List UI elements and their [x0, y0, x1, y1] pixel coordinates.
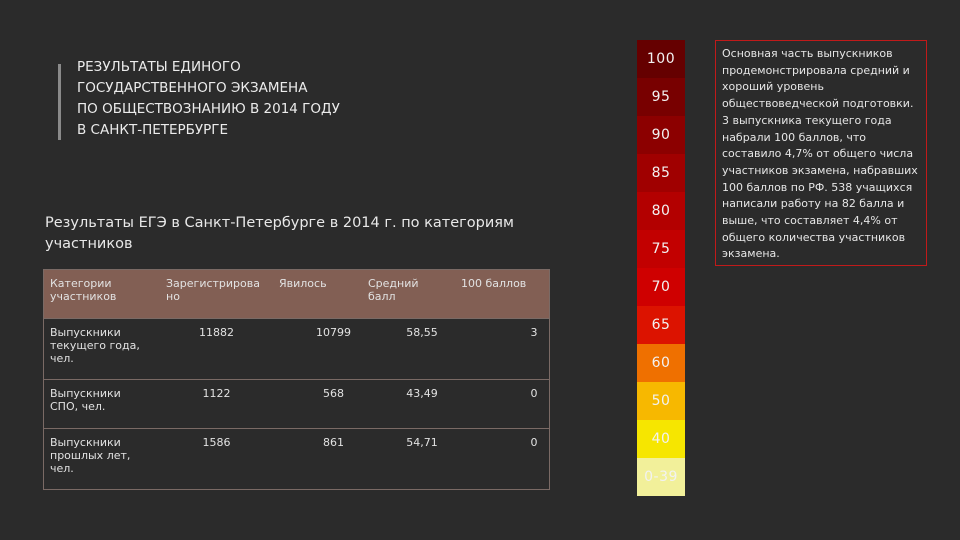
cell-registered: 11882 — [199, 326, 234, 339]
cell-average: 58,55 — [406, 326, 438, 339]
cell-appeared: 861 — [323, 436, 344, 449]
cell-appeared: 568 — [323, 387, 344, 400]
table-row: Выпускники текущего года, чел. 11882 107… — [44, 318, 549, 379]
score-scale: 100 95 90 85 80 75 70 65 60 50 40 0-39 — [637, 40, 685, 496]
scale-item-80: 80 — [637, 192, 685, 230]
header-appeared: Явилось — [279, 277, 327, 290]
cell-hundred: 0 — [530, 387, 538, 400]
info-box: Основная часть выпускников продемонстрир… — [715, 40, 927, 266]
slide-title-line-3: ПО ОБЩЕСТВОЗНАНИЮ В 2014 ГОДУ — [77, 101, 340, 117]
table-subtitle: Результаты ЕГЭ в Санкт-Петербурге в 2014… — [45, 215, 514, 252]
cell-category: Выпускники текущего года, чел. — [50, 326, 140, 365]
cell-category: Выпускники прошлых лет, чел. — [50, 436, 131, 475]
scale-item-85: 85 — [637, 154, 685, 192]
cell-hundred: 3 — [530, 326, 538, 339]
cell-registered: 1586 — [202, 436, 231, 449]
scale-item-60: 60 — [637, 344, 685, 382]
cell-appeared: 10799 — [316, 326, 351, 339]
scale-item-40: 40 — [637, 420, 685, 458]
cell-hundred: 0 — [530, 436, 538, 449]
title-accent-bar — [58, 64, 61, 140]
table-row: Выпускники прошлых лет, чел. 1586 861 54… — [44, 428, 549, 489]
cell-category: Выпускники СПО, чел. — [50, 387, 121, 413]
slide-title: РЕЗУЛЬТАТЫ ЕДИНОГО ГОСУДАРСТВЕННОГО ЭКЗА… — [77, 57, 417, 141]
slide-title-line-2: ГОСУДАРСТВЕННОГО ЭКЗАМЕНА — [77, 80, 308, 96]
scale-item-50: 50 — [637, 382, 685, 420]
table-header-row: Категории участников Зарегистрирова но Я… — [44, 270, 549, 318]
table-row: Выпускники СПО, чел. 1122 568 43,49 0 — [44, 379, 549, 428]
scale-item-70: 70 — [637, 268, 685, 306]
cell-average: 43,49 — [406, 387, 438, 400]
scale-item-75: 75 — [637, 230, 685, 268]
header-registered: Зарегистрирова но — [166, 277, 260, 303]
slide-title-line-4: В САНКТ-ПЕТЕРБУРГЕ — [77, 122, 229, 138]
slide-title-line-1: РЕЗУЛЬТАТЫ ЕДИНОГО — [77, 59, 241, 75]
scale-item-90: 90 — [637, 116, 685, 154]
header-average: Средний балл — [368, 277, 419, 303]
cell-registered: 1122 — [202, 387, 231, 400]
scale-item-95: 95 — [637, 78, 685, 116]
scale-item-0-39: 0-39 — [637, 458, 685, 496]
header-category: Категории участников — [50, 277, 117, 303]
scale-item-100: 100 — [637, 40, 685, 78]
cell-average: 54,71 — [406, 436, 438, 449]
header-hundred: 100 баллов — [461, 277, 527, 290]
scale-item-65: 65 — [637, 306, 685, 344]
results-table: Категории участников Зарегистрирова но Я… — [43, 269, 550, 490]
